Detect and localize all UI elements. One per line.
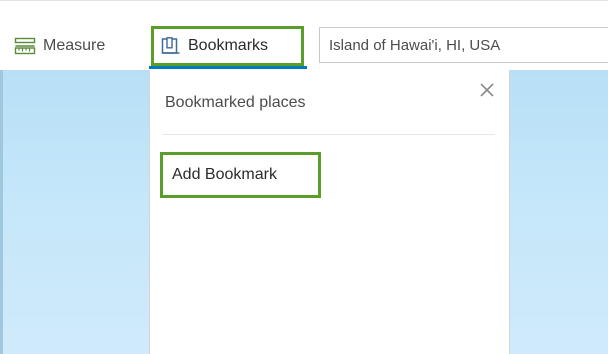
search-input[interactable] — [319, 27, 608, 63]
map-edge — [0, 70, 3, 354]
panel-title: Bookmarked places — [165, 94, 306, 111]
bookmarks-label: Bookmarks — [188, 37, 269, 54]
bookmarks-button[interactable]: Bookmarks — [151, 26, 304, 66]
map-viewer-screen: Measure Bookmarks Bookmarked places Add — [0, 0, 608, 354]
bookmark-icon — [161, 37, 181, 55]
measure-label: Measure — [43, 37, 106, 54]
bookmarks-panel: Bookmarked places Add Bookmark — [149, 70, 510, 354]
close-icon[interactable] — [477, 80, 497, 100]
add-bookmark-button[interactable]: Add Bookmark — [160, 152, 321, 198]
toolbar-border — [0, 0, 608, 1]
measure-button[interactable]: Measure — [14, 26, 105, 66]
ruler-icon — [14, 37, 36, 55]
active-tab-indicator — [149, 66, 307, 69]
map-toolbar: Measure Bookmarks — [0, 0, 608, 70]
panel-divider — [162, 134, 495, 135]
